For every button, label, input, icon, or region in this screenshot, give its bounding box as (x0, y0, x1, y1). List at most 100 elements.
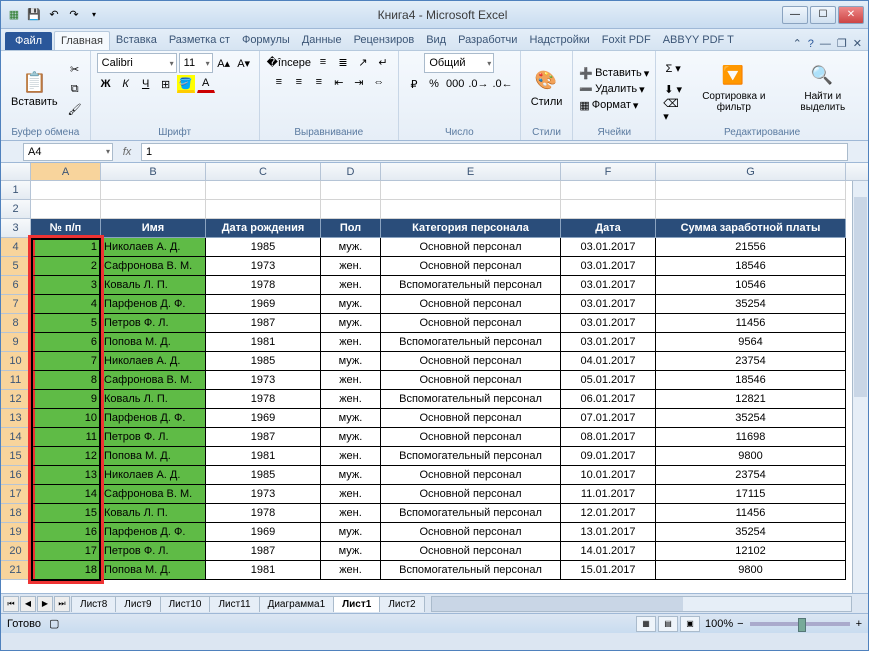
cell-A19[interactable]: 16 (31, 523, 101, 542)
vertical-scrollbar[interactable] (852, 181, 868, 593)
row-header-20[interactable]: 20 (1, 542, 31, 561)
cell-F20[interactable]: 14.01.2017 (561, 542, 656, 561)
header-cell-D[interactable]: Пол (321, 219, 381, 238)
cell-E10[interactable]: Основной персонал (381, 352, 561, 371)
cell-B9[interactable]: Попова М. Д. (101, 333, 206, 352)
decrease-indent-icon[interactable]: ⇤ (330, 73, 348, 91)
cell-B8[interactable]: Петров Ф. Л. (101, 314, 206, 333)
cell-E15[interactable]: Вспомогательный персонал (381, 447, 561, 466)
cell-F4[interactable]: 03.01.2017 (561, 238, 656, 257)
border-icon[interactable]: ⊞ (157, 75, 175, 93)
sheet-tab-Лист11[interactable]: Лист11 (209, 596, 259, 612)
cell-G1[interactable] (656, 181, 846, 200)
row-header-5[interactable]: 5 (1, 257, 31, 276)
cell-F13[interactable]: 07.01.2017 (561, 409, 656, 428)
ribbon-tab-4[interactable]: Данные (296, 31, 348, 50)
cell-B17[interactable]: Сафронова В. М. (101, 485, 206, 504)
cell-A16[interactable]: 13 (31, 466, 101, 485)
align-right-icon[interactable]: ≡ (310, 73, 328, 91)
cell-A6[interactable]: 3 (31, 276, 101, 295)
column-header-A[interactable]: A (31, 163, 101, 180)
cell-G2[interactable] (656, 200, 846, 219)
cell-E2[interactable] (381, 200, 561, 219)
font-color-icon[interactable]: A (197, 75, 215, 93)
cell-C12[interactable]: 1978 (206, 390, 321, 409)
cell-C20[interactable]: 1987 (206, 542, 321, 561)
underline-button[interactable]: Ч (137, 75, 155, 93)
row-header-1[interactable]: 1 (1, 181, 31, 200)
row-header-7[interactable]: 7 (1, 295, 31, 314)
cell-F1[interactable] (561, 181, 656, 200)
cell-A13[interactable]: 10 (31, 409, 101, 428)
cell-F9[interactable]: 03.01.2017 (561, 333, 656, 352)
comma-icon[interactable]: 000 (445, 75, 465, 93)
formula-input[interactable]: 1 (141, 143, 848, 161)
header-cell-C[interactable]: Дата рождения (206, 219, 321, 238)
cell-B1[interactable] (101, 181, 206, 200)
cell-E20[interactable]: Основной персонал (381, 542, 561, 561)
cell-F2[interactable] (561, 200, 656, 219)
row-header-2[interactable]: 2 (1, 200, 31, 219)
cell-D6[interactable]: жен. (321, 276, 381, 295)
row-header-8[interactable]: 8 (1, 314, 31, 333)
cell-C10[interactable]: 1985 (206, 352, 321, 371)
cell-G21[interactable]: 9800 (656, 561, 846, 580)
row-header-4[interactable]: 4 (1, 238, 31, 257)
cell-F11[interactable]: 05.01.2017 (561, 371, 656, 390)
header-cell-A[interactable]: № п/п (31, 219, 101, 238)
cell-C15[interactable]: 1981 (206, 447, 321, 466)
cell-A11[interactable]: 8 (31, 371, 101, 390)
cell-B19[interactable]: Парфенов Д. Ф. (101, 523, 206, 542)
cell-D16[interactable]: муж. (321, 466, 381, 485)
align-bottom-icon[interactable]: ≣ (334, 53, 352, 71)
row-header-14[interactable]: 14 (1, 428, 31, 447)
cell-D7[interactable]: муж. (321, 295, 381, 314)
cell-A12[interactable]: 9 (31, 390, 101, 409)
save-icon[interactable]: 💾 (25, 6, 43, 24)
cell-C17[interactable]: 1973 (206, 485, 321, 504)
cell-E12[interactable]: Вспомогательный персонал (381, 390, 561, 409)
cell-G7[interactable]: 35254 (656, 295, 846, 314)
cell-E9[interactable]: Вспомогательный персонал (381, 333, 561, 352)
cell-G17[interactable]: 17115 (656, 485, 846, 504)
page-break-view-icon[interactable]: ▣ (680, 616, 700, 632)
minimize-ribbon-icon[interactable]: ⌃ (793, 37, 802, 50)
cell-D20[interactable]: муж. (321, 542, 381, 561)
cell-A21[interactable]: 18 (31, 561, 101, 580)
qat-more-icon[interactable]: ▾ (85, 6, 103, 24)
row-header-6[interactable]: 6 (1, 276, 31, 295)
cell-D10[interactable]: муж. (321, 352, 381, 371)
horizontal-scrollbar[interactable] (431, 596, 852, 612)
cell-D9[interactable]: жен. (321, 333, 381, 352)
redo-icon[interactable]: ↷ (65, 6, 83, 24)
sheet-tab-Лист10[interactable]: Лист10 (160, 596, 211, 612)
cell-G13[interactable]: 35254 (656, 409, 846, 428)
fill-color-icon[interactable]: 🪣 (177, 75, 195, 93)
grow-font-icon[interactable]: A▴ (215, 54, 233, 72)
cell-D19[interactable]: муж. (321, 523, 381, 542)
currency-icon[interactable]: ₽ (405, 75, 423, 93)
cell-B7[interactable]: Парфенов Д. Ф. (101, 295, 206, 314)
fx-icon[interactable]: fx (113, 146, 141, 158)
cell-E13[interactable]: Основной персонал (381, 409, 561, 428)
cell-G15[interactable]: 9800 (656, 447, 846, 466)
column-header-D[interactable]: D (321, 163, 381, 180)
help-icon[interactable]: ? (808, 38, 814, 50)
cell-G6[interactable]: 10546 (656, 276, 846, 295)
row-header-11[interactable]: 11 (1, 371, 31, 390)
cell-C14[interactable]: 1987 (206, 428, 321, 447)
increase-decimal-icon[interactable]: .0→ (467, 75, 489, 93)
align-left-icon[interactable]: ≡ (270, 73, 288, 91)
cell-F5[interactable]: 03.01.2017 (561, 257, 656, 276)
cell-G10[interactable]: 23754 (656, 352, 846, 371)
cell-C13[interactable]: 1969 (206, 409, 321, 428)
cell-C4[interactable]: 1985 (206, 238, 321, 257)
column-header-B[interactable]: B (101, 163, 206, 180)
cell-E14[interactable]: Основной персонал (381, 428, 561, 447)
clear-icon[interactable]: ⌫ ▾ (662, 101, 684, 119)
doc-minimize-icon[interactable]: — (820, 38, 831, 50)
header-cell-B[interactable]: Имя (101, 219, 206, 238)
zoom-in-icon[interactable]: + (856, 618, 862, 630)
cell-E6[interactable]: Вспомогательный персонал (381, 276, 561, 295)
cell-G19[interactable]: 35254 (656, 523, 846, 542)
